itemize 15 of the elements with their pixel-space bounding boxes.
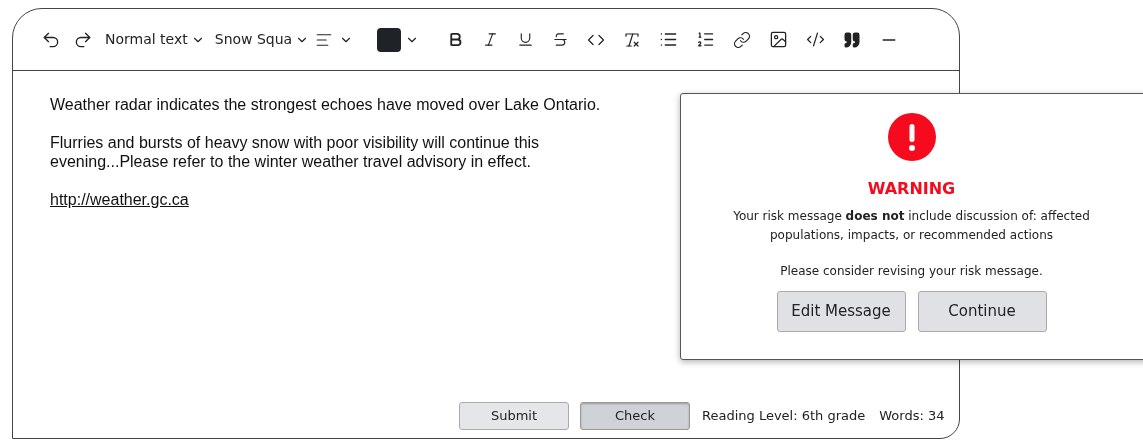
dialog-button[interactable]: Edit Message <box>776 291 906 332</box>
text-style-dropdown[interactable]: Normal text <box>105 29 205 50</box>
dialog-title: WARNING <box>867 178 956 200</box>
link[interactable]: http://weather.gc.ca <box>50 190 189 209</box>
dialog-button[interactable]: Continue <box>917 291 1047 332</box>
word-count: Words: 34 <box>879 407 945 426</box>
dialog-message: Your risk message does not include discussion of: affected populations, impacts, or recommended actions <box>732 208 1091 244</box>
font-dropdown[interactable]: Snow Squa <box>214 29 310 50</box>
warning-icon <box>887 113 936 161</box>
reading-level: Reading Level: 6th grade <box>702 407 866 426</box>
dialog-note: Please consider revising your risk message. <box>780 263 1043 280</box>
paragraph: Weather radar indicates the strongest echoes have moved over Lake Ontario. <box>50 95 602 114</box>
footer-button[interactable]: Submit <box>459 402 569 430</box>
footer-button[interactable]: Check <box>580 402 690 430</box>
paragraph: Flurries and bursts of heavy snow with poor visibility will continue this evening...Please refer to the winter weather travel advisory in effect. <box>50 133 541 171</box>
